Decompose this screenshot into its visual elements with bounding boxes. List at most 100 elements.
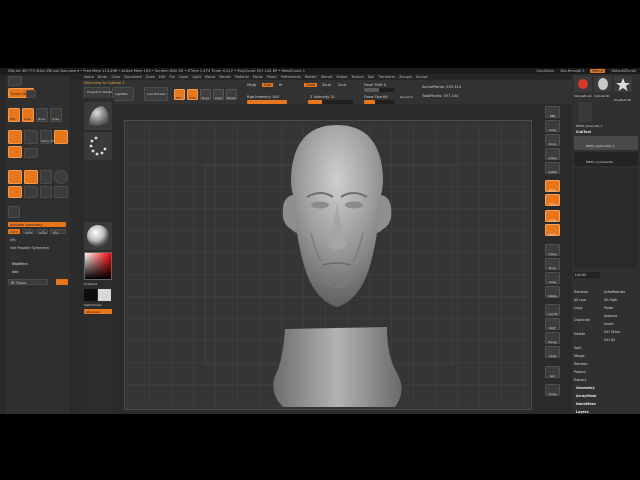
z-axis-toggle[interactable]: >Z< [36,229,48,235]
texture-thumbnail[interactable] [84,192,112,220]
paste-button[interactable]: Paste [604,306,613,310]
bpr-button[interactable]: BPR [545,106,560,118]
menu-alpha[interactable]: Alpha [84,75,94,79]
secondary-color-swatch[interactable] [98,289,111,301]
delete-button[interactable]: Delete [574,332,585,336]
menu-tool[interactable]: Tool [368,75,375,79]
move-button[interactable]: Move [200,89,211,100]
actual-button[interactable]: Actual [545,148,560,160]
xpose-button[interactable]: Xpose [545,384,560,396]
menu-color[interactable]: Color [111,75,120,79]
material-shortcut-6[interactable] [40,186,52,198]
draw-button[interactable]: Draw [187,89,198,100]
arraymesh-section[interactable]: ArrayMesh [576,394,596,398]
zcut-button[interactable]: Zcut [338,83,346,87]
line-fill-button[interactable]: Line Fill [545,304,560,316]
material-shortcut-3[interactable] [40,170,52,184]
polyf-button[interactable]: PolyF [545,318,560,330]
material-thumbnail[interactable] [84,222,112,250]
edit-button[interactable]: Edit [174,89,185,100]
scale-button[interactable]: Scale [213,89,224,100]
menu-transform[interactable]: Transform [378,75,395,79]
rename-button[interactable]: Rename [574,290,588,294]
draw-size-slider[interactable]: Draw Size 64 [364,95,388,99]
duplicate-button[interactable]: Duplicate [574,318,590,322]
rotate-icon[interactable] [8,206,20,218]
lsym-button[interactable]: LSym [545,224,560,236]
left-draw-button[interactable]: Draw [22,108,34,122]
extract-section[interactable]: Extract [574,378,586,382]
focal-shift-track[interactable] [364,88,394,92]
material-shortcut-7[interactable] [54,186,68,198]
menu-draw[interactable]: Draw [146,75,155,79]
activate-symmetry-button[interactable]: Activate Symmetry [8,222,66,227]
split-section[interactable]: Split [574,346,582,350]
menus-button[interactable]: Menus [590,69,606,73]
all-high-button[interactable]: All High [604,298,617,302]
left-edit-button[interactable]: Edit [8,108,20,122]
alpha-thumbnail[interactable] [84,162,112,190]
frame-button[interactable]: Frame [545,244,560,256]
zoom-button[interactable]: Zoom [545,134,560,146]
menu-stencil[interactable]: Stencil [321,75,332,79]
z-intensity-track[interactable] [308,100,353,104]
persp-button[interactable]: Persp [545,180,560,192]
default-zscript-button[interactable]: DefaultZScript [611,69,636,73]
lightbox-button[interactable]: LightBox [112,87,134,101]
posable-symmetry-button[interactable]: Use Posable Symmetry [10,246,49,250]
ghost-button[interactable]: Ghost [545,346,560,358]
rgb-intensity-slider[interactable]: Rgb Intensity 100 [247,95,279,99]
focal-shift-slider[interactable]: Focal Shift 0 [364,83,386,87]
quick-sketch-button[interactable] [8,76,22,86]
menu-movie[interactable]: Movie [253,75,263,79]
z-intensity-slider[interactable]: Z Intensity 31 [310,95,335,99]
material-shortcut-1[interactable] [8,170,22,184]
del-all-button[interactable]: Del All [604,338,615,342]
brush-shortcut-1[interactable] [8,130,22,144]
menu-edit[interactable]: Edit [159,75,166,79]
remesh-section[interactable]: Remesh [574,362,588,366]
gizmo-button[interactable]: Gizmo 3D [40,130,54,144]
autoreorder-button[interactable]: AutoReorder [604,290,625,294]
subtool-item-2[interactable]: PM3D_Cylinder3D [574,152,638,166]
nanomesh-section[interactable]: NanoMesh [576,402,596,406]
list-all-button[interactable]: List All [574,272,600,278]
append-button[interactable]: Append [604,314,617,318]
menu-zscript[interactable]: Zscript [416,75,428,79]
insert-button[interactable]: Insert [604,322,614,326]
menu-layer[interactable]: Layer [179,75,188,79]
brush-thumbnail[interactable] [84,102,112,130]
merge-section[interactable]: Merge [574,354,585,358]
rotate-view-button[interactable]: Rotate [545,286,560,298]
document-canvas[interactable] [124,120,532,410]
x-axis-toggle[interactable]: >X< [8,229,20,234]
scale-view-button[interactable]: Scale [545,272,560,284]
rgb-button[interactable]: Rgb [262,83,274,87]
menu-render[interactable]: Render [305,75,317,79]
dynamic-toggle[interactable]: Dynamic [400,95,413,99]
subtool-item-active[interactable]: PM3D_Sphere3D_1 [574,136,638,150]
head-sculpt[interactable] [125,121,532,410]
tool-thumb-star[interactable] [614,76,632,92]
menu-macro[interactable]: Macro [205,75,215,79]
solo-button[interactable]: Solo [545,366,560,378]
main-color-swatch[interactable] [84,289,97,301]
scroll-button[interactable]: Scroll [545,120,560,132]
material-shortcut-5[interactable] [24,186,38,198]
transp-button[interactable]: Transp [545,332,560,344]
seethrough-slider[interactable]: See-through 0 [560,69,584,73]
radial-toggle[interactable]: (R) [50,229,66,235]
left-move-button[interactable]: Move [36,108,48,122]
tool-thumb-simple[interactable] [574,76,592,92]
material-shortcut-4[interactable] [8,186,22,198]
rgb-intensity-track[interactable] [247,100,287,104]
document-icon[interactable] [26,90,36,98]
menu-texture[interactable]: Texture [351,75,363,79]
project-section[interactable]: Project [574,370,586,374]
tool-thumb-cylinder[interactable] [594,76,612,92]
brush-shortcut-4[interactable] [24,148,38,158]
gradient-toggle[interactable]: Gradient [84,282,97,286]
menu-preferences[interactable]: Preferences [281,75,301,79]
menu-brush[interactable]: Brush [98,75,108,79]
modifiers-section[interactable]: Modifiers [12,262,27,266]
